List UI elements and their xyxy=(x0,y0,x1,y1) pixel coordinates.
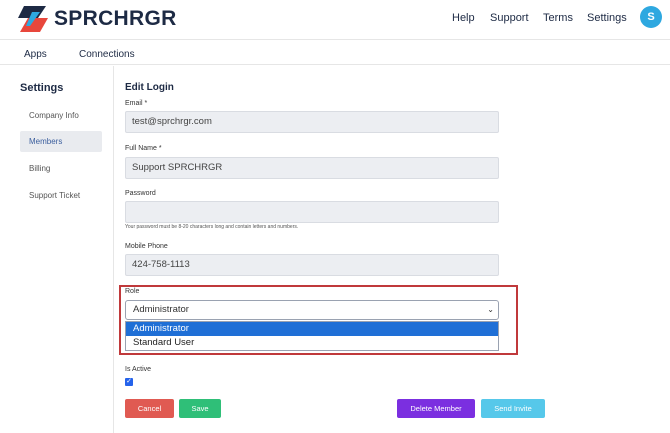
tab-apps[interactable]: Apps xyxy=(24,49,47,60)
full-name-field[interactable]: Support SPRCHRGR xyxy=(125,157,499,179)
is-active-label: Is Active xyxy=(125,366,152,373)
checkmark-icon: ✓ xyxy=(126,378,132,385)
sidebar-item-support-ticket[interactable]: Support Ticket xyxy=(20,185,102,206)
brand-name: SPRCHRGR xyxy=(54,7,177,30)
sprchrgr-logo-icon[interactable] xyxy=(16,4,50,34)
role-option-standard-user[interactable]: Standard User xyxy=(126,336,498,350)
role-select[interactable]: Administrator ⌄ xyxy=(125,300,499,320)
settings-sidebar: Settings Company Info Members Billing Su… xyxy=(0,66,114,433)
email-label: Email * xyxy=(125,100,148,107)
page-title: Edit Login xyxy=(125,82,174,93)
tab-connections[interactable]: Connections xyxy=(79,49,135,60)
send-invite-button[interactable]: Send Invite xyxy=(481,399,545,418)
nav-help-link[interactable]: Help xyxy=(452,12,475,24)
email-field[interactable]: test@sprchrgr.com xyxy=(125,111,499,133)
top-bar: SPRCHRGR Help Support Terms Settings S xyxy=(0,0,670,40)
password-label: Password xyxy=(125,190,156,197)
user-avatar[interactable]: S xyxy=(640,6,662,28)
role-option-administrator[interactable]: Administrator xyxy=(126,322,498,336)
chevron-down-icon: ⌄ xyxy=(487,305,494,314)
nav-settings-link[interactable]: Settings xyxy=(587,12,627,24)
password-field[interactable] xyxy=(125,201,499,223)
sub-navigation: Apps Connections xyxy=(0,41,670,65)
nav-terms-link[interactable]: Terms xyxy=(543,12,573,24)
cancel-button[interactable]: Cancel xyxy=(125,399,174,418)
mobile-phone-label: Mobile Phone xyxy=(125,243,168,250)
role-dropdown-list: Administrator Standard User xyxy=(125,321,499,351)
sidebar-item-members[interactable]: Members xyxy=(20,131,102,152)
password-hint: Your password must be 8-20 characters lo… xyxy=(125,224,299,230)
full-name-label: Full Name * xyxy=(125,145,162,152)
nav-support-link[interactable]: Support xyxy=(490,12,529,24)
sidebar-item-billing[interactable]: Billing xyxy=(20,158,102,179)
is-active-checkbox[interactable]: ✓ xyxy=(125,378,133,386)
role-select-value: Administrator xyxy=(133,304,189,315)
mobile-phone-field[interactable]: 424-758-1113 xyxy=(125,254,499,276)
role-label: Role xyxy=(125,288,140,295)
save-button[interactable]: Save xyxy=(179,399,221,418)
delete-member-button[interactable]: Delete Member xyxy=(397,399,475,418)
sidebar-item-company-info[interactable]: Company Info xyxy=(20,105,102,126)
sidebar-title: Settings xyxy=(20,82,64,94)
